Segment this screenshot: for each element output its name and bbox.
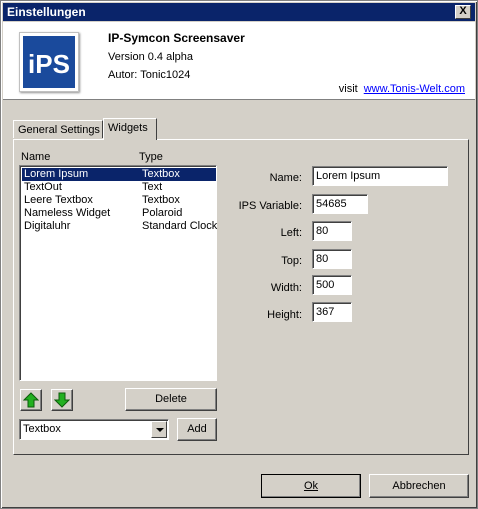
width-field[interactable]: 500 xyxy=(312,275,352,295)
delete-button[interactable]: Delete xyxy=(125,388,217,411)
widget-type: Textbox xyxy=(142,194,180,206)
height-field-value: 367 xyxy=(316,306,335,318)
tab-widgets-label: Widgets xyxy=(108,122,148,134)
app-version: Version 0.4 alpha xyxy=(108,51,194,63)
widget-type: Polaroid xyxy=(142,207,183,219)
widget-name: Lorem Ipsum xyxy=(24,168,89,180)
top-field-value: 80 xyxy=(316,253,329,265)
widget-type: Textbox xyxy=(142,168,180,180)
ips-variable-label: IPS Variable: xyxy=(238,200,302,212)
width-label: Width: xyxy=(270,282,302,294)
list-item[interactable]: Digitaluhr Standard Clock xyxy=(22,220,217,233)
settings-dialog: Einstellungen X iPS IP-Symcon Screensave… xyxy=(0,0,478,509)
cancel-button[interactable]: Abbrechen xyxy=(369,474,469,498)
height-field[interactable]: 367 xyxy=(312,302,352,322)
widget-name: TextOut xyxy=(24,181,62,193)
arrow-down-icon xyxy=(53,392,71,408)
widget-type: Text xyxy=(142,181,163,193)
top-label: Top: xyxy=(281,255,302,267)
cancel-button-label: Abbrechen xyxy=(392,480,446,492)
close-button[interactable]: X xyxy=(455,5,471,19)
title-bar[interactable]: Einstellungen X xyxy=(3,3,475,21)
top-field[interactable]: 80 xyxy=(312,249,352,269)
header-panel: iPS IP-Symcon Screensaver Version 0.4 al… xyxy=(3,22,475,100)
visit-label: visit xyxy=(338,83,358,95)
ok-button[interactable]: Ok xyxy=(261,474,361,498)
column-header-name[interactable]: Name xyxy=(21,151,50,163)
tab-general-settings-label: General Settings xyxy=(18,124,100,136)
widget-name: Digitaluhr xyxy=(24,220,71,232)
app-author: Autor: Tonic1024 xyxy=(108,69,191,81)
ips-variable-field[interactable]: 54685 xyxy=(312,194,368,214)
widget-type-select[interactable]: Textbox xyxy=(19,419,169,440)
add-button[interactable]: Add xyxy=(177,418,217,441)
delete-button-label: Delete xyxy=(155,393,187,405)
height-label: Height: xyxy=(267,309,302,321)
list-item[interactable]: Leere Textbox Textbox xyxy=(22,194,216,207)
left-label: Left: xyxy=(280,227,302,239)
name-label: Name: xyxy=(269,172,302,184)
column-header-type[interactable]: Type xyxy=(139,151,163,163)
widget-list[interactable]: Lorem Ipsum Textbox TextOut Text Leere T… xyxy=(19,165,217,381)
chevron-down-icon[interactable] xyxy=(151,421,167,438)
close-icon: X xyxy=(459,5,467,17)
ips-variable-field-value: 54685 xyxy=(316,198,347,210)
arrow-up-icon xyxy=(22,392,40,408)
visit-line: visit www.Tonis-Welt.com xyxy=(339,83,465,95)
add-button-label: Add xyxy=(187,423,207,435)
logo-text: iPS xyxy=(28,49,70,79)
website-link[interactable]: www.Tonis-Welt.com xyxy=(364,83,465,95)
tab-general-settings[interactable]: General Settings xyxy=(13,120,103,138)
widget-name: Leere Textbox xyxy=(24,194,93,206)
list-item[interactable]: Nameless Widget Polaroid xyxy=(22,207,216,220)
name-field[interactable]: Lorem Ipsum xyxy=(312,166,448,186)
move-down-button[interactable] xyxy=(51,389,73,411)
widget-type-select-value: Textbox xyxy=(23,423,61,435)
left-field[interactable]: 80 xyxy=(312,221,352,241)
move-up-button[interactable] xyxy=(20,389,42,411)
ips-logo: iPS xyxy=(19,32,79,92)
ok-button-label: Ok xyxy=(303,480,319,492)
app-name: IP-Symcon Screensaver xyxy=(108,31,245,45)
tab-widgets[interactable]: Widgets xyxy=(103,118,157,140)
window-title: Einstellungen xyxy=(7,5,86,19)
list-item[interactable]: TextOut Text xyxy=(22,181,216,194)
name-field-value: Lorem Ipsum xyxy=(316,170,381,182)
width-field-value: 500 xyxy=(316,279,335,291)
list-item[interactable]: Lorem Ipsum Textbox xyxy=(22,168,216,181)
left-field-value: 80 xyxy=(316,225,329,237)
widget-name: Nameless Widget xyxy=(24,207,111,219)
